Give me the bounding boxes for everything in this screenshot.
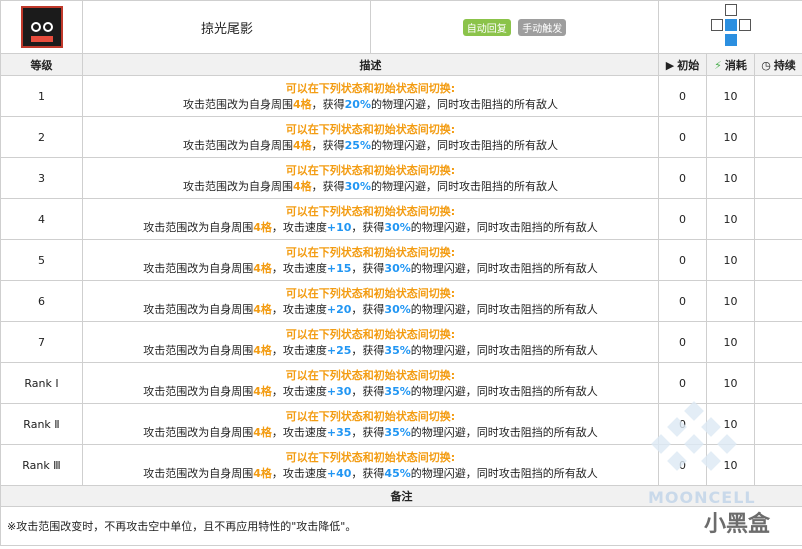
desc-switch-line: 可以在下列状态和初始状态间切换:: [285, 410, 456, 423]
desc-effect-line: 攻击范围改为自身周围4格，攻击速度+30，获得35%的物理闪避，同时攻击阻挡的所…: [143, 385, 598, 398]
lightning-icon: ⚡: [714, 58, 722, 72]
cost-sp-cell: 10: [706, 362, 755, 404]
level-row: Rank Ⅰ 可以在下列状态和初始状态间切换: 攻击范围改为自身周围4格，攻击速度+…: [0, 362, 802, 404]
duration-cell: [753, 116, 802, 158]
desc-cell: 可以在下列状态和初始状态间切换: 攻击范围改为自身周围4格，攻击速度+15，获得3…: [82, 239, 659, 281]
attack-range-cell: [657, 0, 802, 54]
desc-effect-line: 攻击范围改为自身周围4格，攻击速度+15，获得30%的物理闪避，同时攻击阻挡的所…: [143, 262, 598, 275]
desc-switch-line: 可以在下列状态和初始状态间切换:: [285, 123, 456, 136]
desc-effect-line: 攻击范围改为自身周围4格，攻击速度+40，获得45%的物理闪避，同时攻击阻挡的所…: [143, 467, 598, 480]
desc-switch-line: 可以在下列状态和初始状态间切换:: [285, 205, 456, 218]
cost-sp-cell: 10: [706, 198, 755, 240]
desc-effect-line: 攻击范围改为自身周围4格，获得20%的物理闪避，同时攻击阻挡的所有敌人: [183, 98, 558, 111]
level-row: 3 可以在下列状态和初始状态间切换: 攻击范围改为自身周围4格，获得30%的物理闪避…: [0, 157, 802, 199]
level-cell: Rank Ⅲ: [0, 444, 83, 486]
desc-cell: 可以在下列状态和初始状态间切换: 攻击范围改为自身周围4格，攻击速度+40，获得4…: [82, 444, 659, 486]
level-cell: 2: [0, 116, 83, 158]
desc-effect-line: 攻击范围改为自身周围4格，攻击速度+20，获得30%的物理闪避，同时攻击阻挡的所…: [143, 303, 598, 316]
duration-cell: [753, 280, 802, 322]
initial-sp-cell: 0: [658, 280, 707, 322]
clock-icon: ◷: [761, 58, 771, 72]
duration-cell: [753, 198, 802, 240]
cost-sp-cell: 10: [706, 239, 755, 281]
watermark-site: 小黑盒: [704, 512, 771, 537]
desc-switch-line: 可以在下列状态和初始状态间切换:: [285, 451, 456, 464]
notes-text: ※攻击范围改变时，不再攻击空中单位，且不再应用特性的"攻击降低"。: [0, 506, 802, 546]
desc-switch-line: 可以在下列状态和初始状态间切换:: [285, 246, 456, 259]
col-duration: ◷ 持续: [753, 53, 802, 76]
level-cell: 4: [0, 198, 83, 240]
level-cell: 6: [0, 280, 83, 322]
duration-cell: [753, 362, 802, 404]
desc-effect-line: 攻击范围改为自身周围4格，攻击速度+35，获得35%的物理闪避，同时攻击阻挡的所…: [143, 426, 598, 439]
skill-header-row: 掠光尾影 自动回复 手动触发: [0, 0, 802, 54]
desc-effect-line: 攻击范围改为自身周围4格，获得30%的物理闪避，同时攻击阻挡的所有敌人: [183, 180, 558, 193]
duration-cell: [753, 403, 802, 445]
desc-switch-line: 可以在下列状态和初始状态间切换:: [285, 287, 456, 300]
skill-icon-cell: [0, 0, 83, 54]
initial-sp-cell: 0: [658, 116, 707, 158]
initial-sp-cell: 0: [658, 362, 707, 404]
desc-switch-line: 可以在下列状态和初始状态间切换:: [285, 164, 456, 177]
level-cell: 1: [0, 75, 83, 117]
level-cell: 5: [0, 239, 83, 281]
level-row: 7 可以在下列状态和初始状态间切换: 攻击范围改为自身周围4格，攻击速度+25，获得…: [0, 321, 802, 363]
initial-sp-cell: 0: [658, 239, 707, 281]
skill-tags: 自动回复 手动触发: [370, 0, 659, 54]
watermark-brand: MOONCELL: [648, 488, 756, 507]
duration-cell: [753, 239, 802, 281]
duration-cell: [753, 157, 802, 199]
level-row: 6 可以在下列状态和初始状态间切换: 攻击范围改为自身周围4格，攻击速度+20，获得…: [0, 280, 802, 322]
play-icon: ▶: [665, 58, 675, 72]
initial-sp-cell: 0: [658, 75, 707, 117]
duration-cell: [753, 444, 802, 486]
cost-sp-cell: 10: [706, 157, 755, 199]
notes-body-row: ※攻击范围改变时，不再攻击空中单位，且不再应用特性的"攻击降低"。: [0, 506, 802, 546]
desc-cell: 可以在下列状态和初始状态间切换: 攻击范围改为自身周围4格，获得30%的物理闪避，…: [82, 157, 659, 199]
col-desc: 描述: [82, 53, 659, 76]
desc-cell: 可以在下列状态和初始状态间切换: 攻击范围改为自身周围4格，攻击速度+10，获得3…: [82, 198, 659, 240]
desc-switch-line: 可以在下列状态和初始状态间切换:: [285, 369, 456, 382]
level-row: 4 可以在下列状态和初始状态间切换: 攻击范围改为自身周围4格，攻击速度+10，获得…: [0, 198, 802, 240]
desc-cell: 可以在下列状态和初始状态间切换: 攻击范围改为自身周围4格，获得20%的物理闪避，…: [82, 75, 659, 117]
skill-name: 掠光尾影: [82, 0, 371, 54]
level-row: 5 可以在下列状态和初始状态间切换: 攻击范围改为自身周围4格，攻击速度+15，获得…: [0, 239, 802, 281]
desc-cell: 可以在下列状态和初始状态间切换: 攻击范围改为自身周围4格，攻击速度+20，获得3…: [82, 280, 659, 322]
level-cell: 3: [0, 157, 83, 199]
level-cell: Rank Ⅰ: [0, 362, 83, 404]
tag-manual-trigger: 手动触发: [518, 18, 567, 36]
desc-cell: 可以在下列状态和初始状态间切换: 攻击范围改为自身周围4格，攻击速度+25，获得3…: [82, 321, 659, 363]
level-row: 2 可以在下列状态和初始状态间切换: 攻击范围改为自身周围4格，获得25%的物理闪避…: [0, 116, 802, 158]
cost-sp-cell: 10: [706, 75, 755, 117]
initial-sp-cell: 0: [658, 157, 707, 199]
col-cost: ⚡ 消耗: [706, 53, 755, 76]
desc-effect-line: 攻击范围改为自身周围4格，获得25%的物理闪避，同时攻击阻挡的所有敌人: [183, 139, 558, 152]
attack-range-grid-icon: [704, 4, 758, 50]
cost-sp-cell: 10: [706, 116, 755, 158]
desc-switch-line: 可以在下列状态和初始状态间切换:: [285, 82, 456, 95]
cost-sp-cell: 10: [706, 321, 755, 363]
cost-sp-cell: 10: [706, 280, 755, 322]
level-cell: 7: [0, 321, 83, 363]
initial-sp-cell: 0: [658, 198, 707, 240]
desc-switch-line: 可以在下列状态和初始状态间切换:: [285, 328, 456, 341]
desc-effect-line: 攻击范围改为自身周围4格，攻击速度+25，获得35%的物理闪避，同时攻击阻挡的所…: [143, 344, 598, 357]
col-level: 等级: [0, 53, 83, 76]
col-initial: ▶ 初始: [658, 53, 707, 76]
skill-fin-eyes-icon: [20, 6, 63, 48]
level-row: 1 可以在下列状态和初始状态间切换: 攻击范围改为自身周围4格，获得20%的物理闪避…: [0, 75, 802, 117]
watermark-logo-icon: [651, 401, 737, 484]
desc-cell: 可以在下列状态和初始状态间切换: 攻击范围改为自身周围4格，攻击速度+30，获得3…: [82, 362, 659, 404]
desc-effect-line: 攻击范围改为自身周围4格，攻击速度+10，获得30%的物理闪避，同时攻击阻挡的所…: [143, 221, 598, 234]
duration-cell: [753, 321, 802, 363]
column-header-row: 等级 描述 ▶ 初始 ⚡ 消耗 ◷ 持续: [0, 53, 802, 76]
desc-cell: 可以在下列状态和初始状态间切换: 攻击范围改为自身周围4格，攻击速度+35，获得3…: [82, 403, 659, 445]
tag-auto-recovery: 自动回复: [462, 18, 511, 36]
initial-sp-cell: 0: [658, 321, 707, 363]
level-cell: Rank Ⅱ: [0, 403, 83, 445]
desc-cell: 可以在下列状态和初始状态间切换: 攻击范围改为自身周围4格，获得25%的物理闪避，…: [82, 116, 659, 158]
duration-cell: [753, 75, 802, 117]
